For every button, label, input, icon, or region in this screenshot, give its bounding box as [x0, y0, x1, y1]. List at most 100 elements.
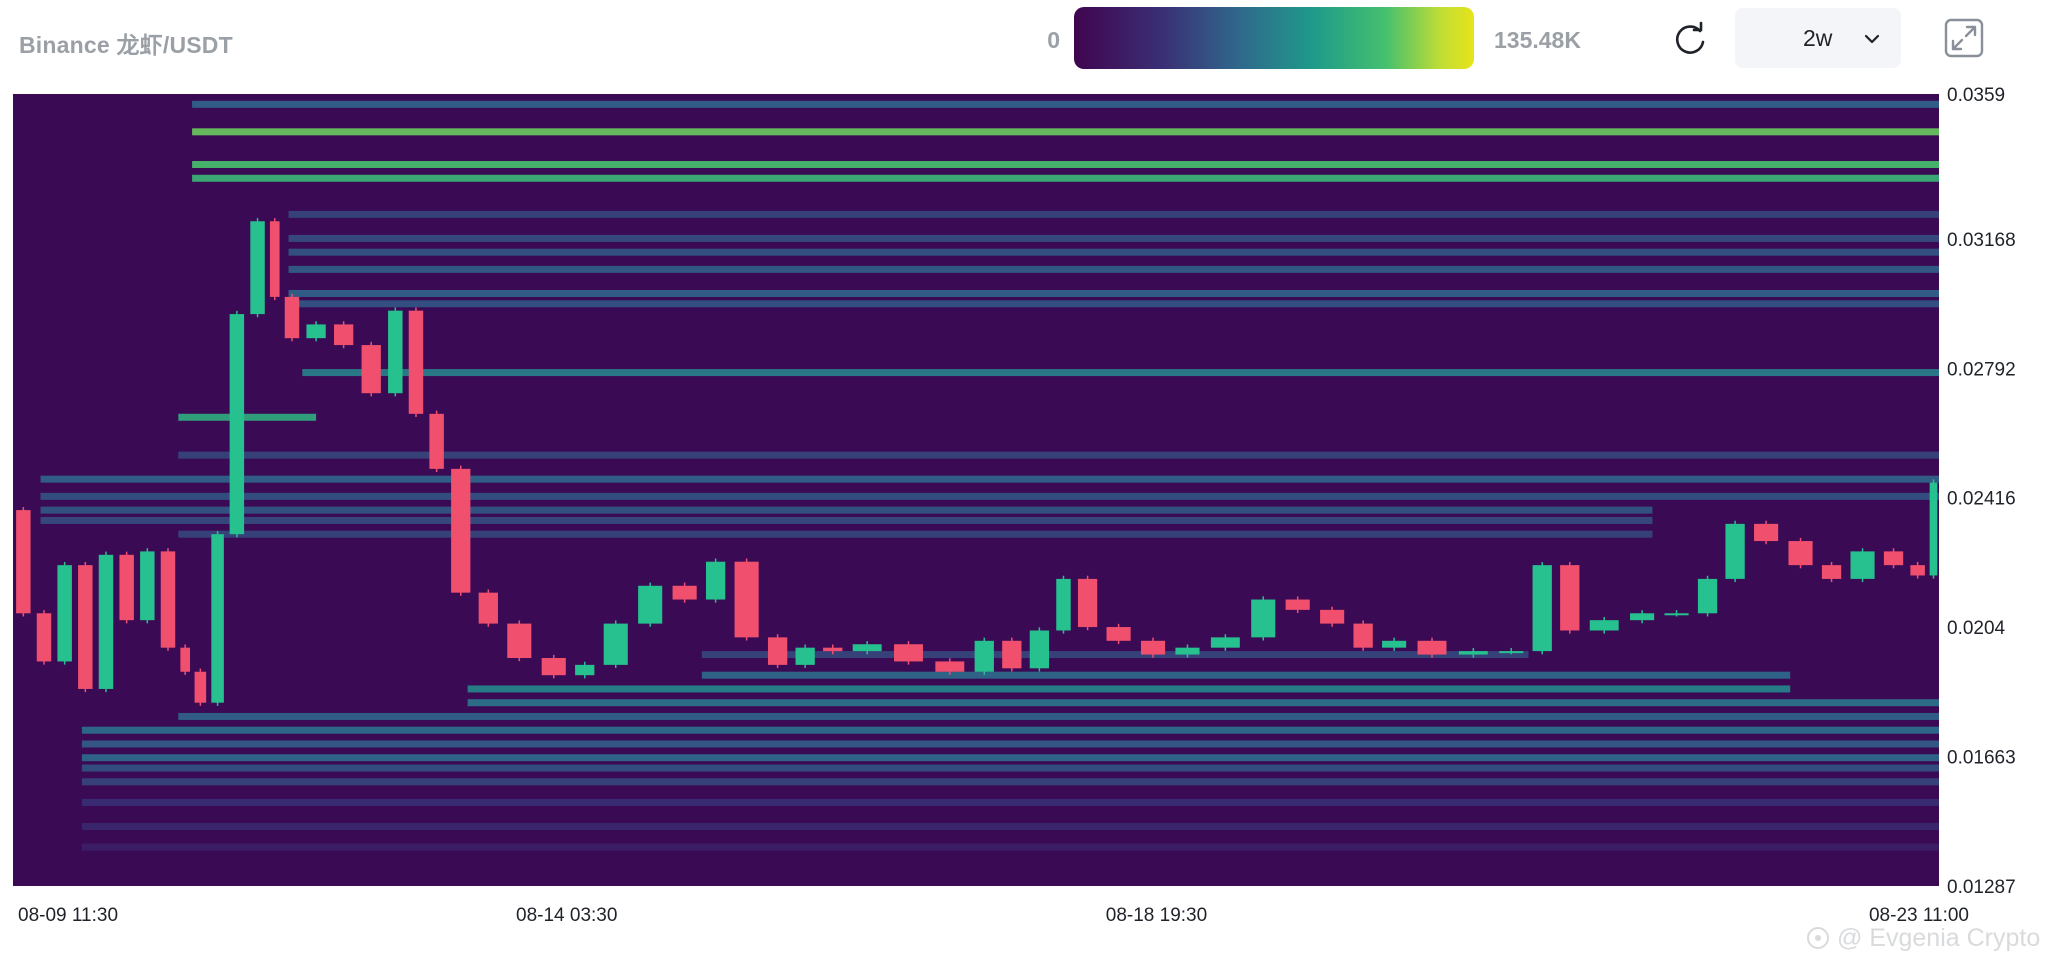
liquidity-band: [288, 248, 1939, 256]
price-candle: [734, 561, 759, 638]
price-candle: [1725, 523, 1745, 579]
price-candle: [1056, 578, 1071, 631]
price-candle: [1382, 640, 1407, 648]
price-candle: [57, 565, 72, 662]
price-candle: [451, 468, 471, 593]
y-tick-label: 0.03168: [1947, 230, 2016, 251]
price-candle: [361, 345, 381, 394]
liquidity-band: [81, 778, 1939, 786]
liquidity-band: [40, 506, 1653, 514]
expand-icon: [1944, 18, 1984, 58]
price-candle: [1077, 578, 1098, 628]
liquidity-band: [81, 843, 1939, 851]
liquidity-band: [192, 128, 1939, 136]
price-candle: [1175, 647, 1200, 655]
price-candle: [194, 671, 207, 703]
price-candle: [638, 585, 663, 624]
price-candle: [306, 324, 326, 339]
liquidity-band: [40, 492, 1939, 500]
price-candle: [1589, 620, 1619, 631]
chevron-down-icon: [1864, 34, 1880, 44]
price-candle: [823, 647, 843, 652]
liquidity-band: [178, 413, 317, 421]
price-candle: [1140, 640, 1166, 655]
liquidity-band: [467, 685, 1791, 693]
price-candle: [140, 551, 155, 621]
price-candle: [1821, 565, 1842, 579]
liquidity-band: [81, 726, 1939, 734]
liquidity-band: [288, 300, 1939, 308]
x-tick-label: 08-14 03:30: [516, 905, 617, 924]
liquidity-band: [81, 740, 1939, 748]
price-candle: [795, 647, 815, 665]
liquidity-band: [701, 671, 1791, 679]
liquidity-band: [467, 699, 1939, 707]
price-candle: [935, 661, 965, 672]
price-candle: [180, 647, 191, 672]
price-candle: [894, 644, 923, 662]
price-candle: [250, 221, 265, 315]
price-candle: [1353, 623, 1373, 648]
price-candle: [1850, 551, 1875, 579]
price-candle: [211, 534, 224, 703]
liquidity-band: [40, 475, 1939, 483]
price-candle: [98, 554, 114, 689]
price-candle: [575, 664, 595, 676]
liquidity-band: [288, 210, 1939, 218]
liquidity-band: [701, 651, 1529, 659]
liquidity-band: [192, 100, 1939, 108]
liquidity-band: [81, 823, 1939, 831]
price-candle: [1697, 578, 1718, 614]
time-range-value: 2w: [1803, 25, 1833, 51]
refresh-button[interactable]: [1668, 18, 1712, 62]
price-candle: [229, 314, 245, 535]
price-candle: [507, 623, 532, 658]
price-candle: [36, 613, 52, 662]
price-candle: [1929, 482, 1938, 576]
x-tick-label: 08-23 11:00: [1869, 905, 1969, 924]
liquidity-band: [81, 764, 1939, 772]
price-candle: [705, 561, 726, 600]
y-tick-label: 0.01287: [1947, 877, 2016, 898]
price-candle: [1417, 640, 1447, 655]
price-candle: [1532, 565, 1552, 652]
price-candle: [78, 565, 93, 689]
y-tick-label: 0.01663: [1947, 748, 2016, 769]
price-candle: [974, 640, 994, 672]
x-tick-label: 08-18 19:30: [1106, 905, 1207, 924]
legend-min-label: 0: [1047, 27, 1060, 53]
expand-button[interactable]: [1944, 18, 1984, 58]
price-candle: [269, 221, 280, 297]
price-candle: [478, 592, 498, 624]
liquidity-band: [40, 516, 1653, 524]
watermark-text: @ Evgenia Crypto: [1837, 924, 2041, 952]
liquidity-band: [302, 369, 1940, 377]
watermark: @ Evgenia Crypto: [1805, 924, 2040, 953]
price-candle: [119, 554, 134, 621]
liquidity-band: [192, 160, 1939, 168]
watermark-logo-icon: [1807, 927, 1829, 949]
price-candle: [334, 324, 354, 346]
liquidity-band: [178, 712, 1939, 720]
time-range-select[interactable]: 2w: [1735, 8, 1901, 68]
refresh-icon: [1675, 21, 1705, 54]
liquidity-band: [288, 265, 1939, 273]
price-candle: [1251, 599, 1276, 638]
liquidity-band: [81, 754, 1939, 762]
y-tick-label: 0.0359: [1947, 85, 2005, 106]
chart-header: Binance 龙虾/USDT 0 135.48K 2w: [0, 0, 2048, 84]
price-candle: [672, 585, 697, 600]
x-tick-label: 08-09 11:30: [18, 905, 118, 924]
price-candle: [1285, 599, 1310, 610]
price-candle: [388, 310, 403, 394]
price-candle: [1630, 613, 1655, 621]
liquidity-band: [288, 234, 1939, 242]
price-candle: [541, 657, 566, 676]
y-tick-label: 0.02416: [1947, 489, 2016, 510]
liquidity-band: [81, 798, 1939, 806]
y-tick-label: 0.02792: [1947, 359, 2016, 380]
price-candle: [1029, 630, 1050, 669]
price-candle: [1664, 613, 1689, 616]
liquidity-band: [178, 530, 1653, 538]
price-candle: [284, 296, 300, 339]
